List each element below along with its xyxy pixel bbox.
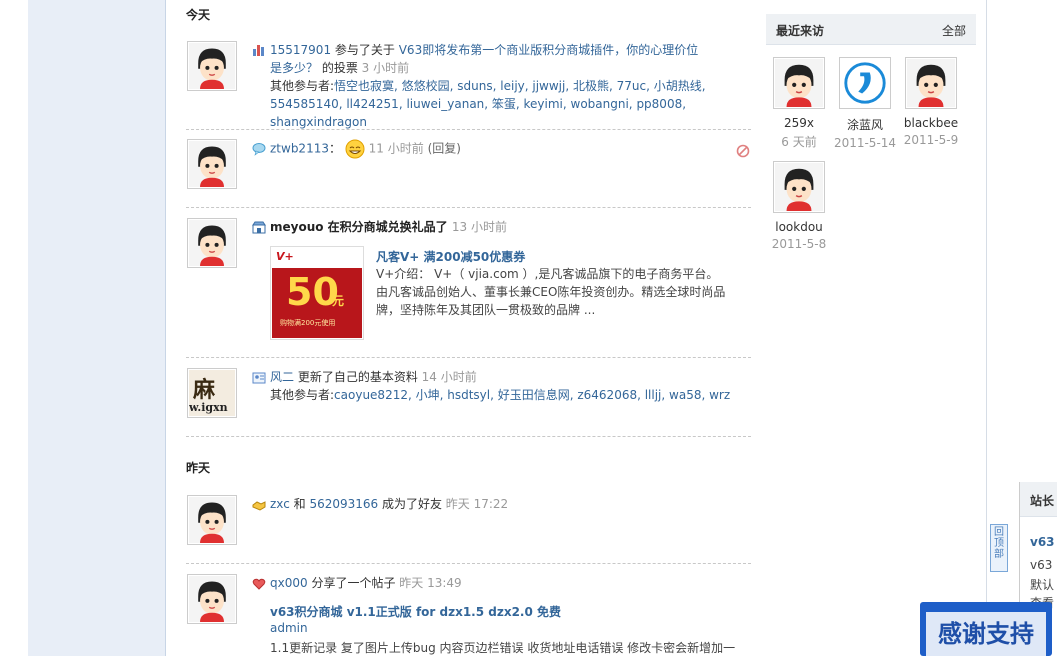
visitor-date: 2011-5-9 xyxy=(903,133,959,147)
default-avatar-icon xyxy=(907,59,955,107)
feed-text: zxc 和 562093166 成为了好友 昨天 17:22 xyxy=(270,497,509,511)
avatar[interactable] xyxy=(187,41,237,91)
shop-icon xyxy=(252,221,266,234)
visitor-name[interactable]: 259x xyxy=(766,116,832,130)
participants: 其他参与者:悟空也寂寞, 悠悠校园, sduns, leijy, jjwwjj,… xyxy=(270,79,706,129)
user-link[interactable]: 15517901 xyxy=(270,43,331,57)
participant-links[interactable]: 悟空也寂寞, 悠悠校园, sduns, leijy, jjwwjj, 北极熊, … xyxy=(270,79,706,129)
default-avatar-icon xyxy=(775,163,823,211)
timestamp: 昨天 13:49 xyxy=(399,576,462,590)
share-description: V+介绍： V+（ vjia.com ）,是凡客诚品旗下的电子商务平台。由凡客诚… xyxy=(376,267,726,317)
default-avatar-icon xyxy=(189,43,235,89)
timestamp: 3 小时前 xyxy=(361,61,410,75)
section-today: 今天 xyxy=(186,8,211,22)
avatar[interactable] xyxy=(187,574,237,624)
user-link[interactable]: meyouo xyxy=(270,220,324,234)
default-avatar-icon xyxy=(189,497,235,543)
coupon-terms: 购物满200元使用 xyxy=(280,319,336,327)
user-link[interactable]: zxc xyxy=(270,497,290,511)
left-sidebar xyxy=(28,0,166,656)
visitor-item[interactable]: 涂蓝风 2011-5-14 xyxy=(832,57,898,150)
share-title-link[interactable]: v63积分商城 v1.1正式版 for dzx1.5 dzx2.0 免费 xyxy=(270,603,561,620)
visitors-all-link[interactable]: 全部 xyxy=(942,22,966,39)
user-link[interactable]: qx000 xyxy=(270,576,308,590)
speech-bubble-icon xyxy=(252,143,266,156)
coupon-image[interactable]: V+ 50 元 购物满200元使用 xyxy=(270,246,364,340)
feed-panel: 今天 15517901 参与了关于 V63即将发布第一个商业版积分商城插件，你的… xyxy=(166,0,756,656)
handshake-icon xyxy=(252,501,266,511)
divider xyxy=(186,436,751,437)
participants: 其他参与者:caoyue8212, 小坤, hsdtsyl, 好玉田信息网, z… xyxy=(270,388,731,402)
timestamp: 13 小时前 xyxy=(451,220,507,234)
coupon-unit: 元 xyxy=(332,294,345,308)
avatar-text: w.igxn xyxy=(189,401,228,414)
coupon-brand: V+ xyxy=(276,250,294,263)
announcement-text: 默认 xyxy=(1030,578,1055,592)
avatar[interactable] xyxy=(187,218,237,268)
default-avatar-icon xyxy=(189,141,235,187)
feed-text: qx000 分享了一个帖子 昨天 13:49 xyxy=(270,576,462,590)
profile-card-icon xyxy=(252,372,266,384)
visitors-header: 最近来访 全部 xyxy=(766,14,976,45)
feed-text: 风二 更新了自己的基本资料 14 小时前 xyxy=(270,370,477,384)
visitor-date: 2011-5-8 xyxy=(771,237,827,251)
back-to-top-button[interactable]: 回顶部 xyxy=(990,524,1008,572)
user-link-2[interactable]: 562093166 xyxy=(309,497,378,511)
share-title-link[interactable]: 凡客V+ 满200减50优惠券 xyxy=(376,248,525,265)
user-link[interactable]: ztwb2113 xyxy=(270,142,329,156)
left-edge xyxy=(0,0,28,656)
feed-text: meyouo 在积分商城兑换礼品了 13 小时前 xyxy=(270,220,507,234)
visitor-name[interactable]: blackbee xyxy=(898,116,964,130)
visitor-item[interactable]: blackbee 2011-5-9 xyxy=(898,57,964,147)
avatar[interactable]: 麻 w.igxn xyxy=(187,368,237,418)
visitor-date: 2011-5-14 xyxy=(833,136,897,150)
divider xyxy=(186,207,751,208)
poll-icon xyxy=(253,45,264,56)
visitor-name[interactable]: lookdou xyxy=(766,220,832,234)
visitors-title: 最近来访 xyxy=(776,24,825,38)
thanks-support-label: 感谢支持 xyxy=(926,612,1046,656)
visitor-item[interactable]: 259x 6 天前 xyxy=(766,57,832,150)
user-link[interactable]: 风二 xyxy=(270,370,294,384)
announcement-title: 站长 xyxy=(1030,494,1055,508)
participant-links[interactable]: caoyue8212, 小坤, hsdtsyl, 好玉田信息网, z646206… xyxy=(334,388,730,402)
visitor-date: 6 天前 xyxy=(781,135,817,149)
divider xyxy=(186,563,751,564)
announcement-text: v63 xyxy=(1030,558,1053,572)
thanks-support-banner[interactable]: 感谢支持 xyxy=(920,602,1052,656)
recent-visitors-panel: 最近来访 全部 259x 6 天前 涂蓝风 2011-5-14 blackbee… xyxy=(766,14,976,251)
content-border xyxy=(986,0,987,656)
avatar[interactable] xyxy=(187,139,237,189)
feed-text: 15517901 参与了关于 V63即将发布第一个商业版积分商城插件，你的心理价… xyxy=(270,43,699,75)
share-author-link[interactable]: admin xyxy=(270,621,308,635)
blue-logo-avatar-icon xyxy=(841,59,889,107)
coupon-amount: 50 xyxy=(286,270,339,314)
divider xyxy=(186,129,751,130)
share-heart-icon xyxy=(252,578,266,590)
reply-link[interactable]: (回复) xyxy=(428,142,461,156)
default-avatar-icon xyxy=(189,576,235,622)
timestamp: 14 小时前 xyxy=(421,370,477,384)
visitor-name[interactable]: 涂蓝风 xyxy=(832,116,898,133)
default-avatar-icon xyxy=(775,59,823,107)
avatar[interactable] xyxy=(187,495,237,545)
visitor-item[interactable]: lookdou 2011-5-8 xyxy=(766,161,832,251)
announcement-link[interactable]: v63 xyxy=(1030,535,1055,549)
default-avatar-icon xyxy=(189,220,235,266)
timestamp: 昨天 17:22 xyxy=(445,497,509,511)
divider xyxy=(186,357,751,358)
feed-text: ztwb2113： 11 小时前 (回复) xyxy=(270,139,461,159)
timestamp: 11 小时前 xyxy=(368,141,424,156)
smiley-emoticon-icon xyxy=(345,139,365,159)
section-yesterday: 昨天 xyxy=(186,461,211,475)
delete-icon[interactable] xyxy=(736,144,750,158)
share-description: 1.1更新记录 复了图片上传bug 内容页边栏错误 收货地址电话错误 修改卡密会… xyxy=(270,641,736,655)
